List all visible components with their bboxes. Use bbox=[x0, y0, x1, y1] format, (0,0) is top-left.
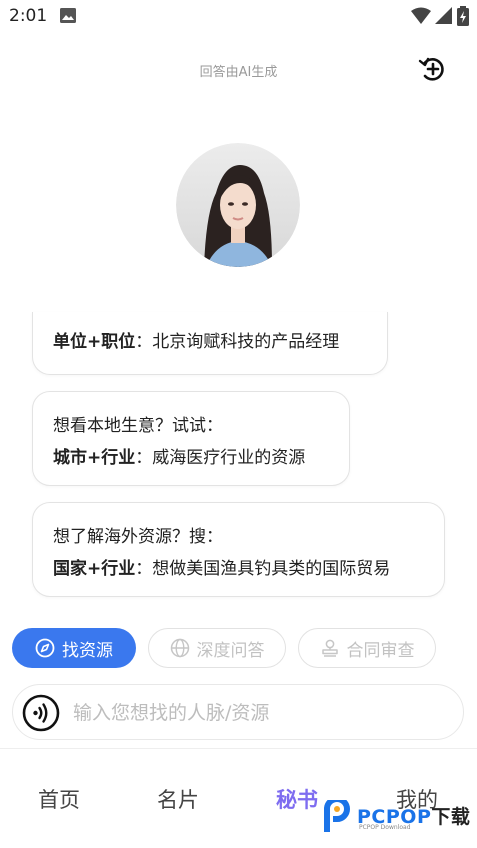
suggestion-intro: 想了解海外资源？搜： bbox=[53, 527, 223, 547]
voice-input-icon[interactable] bbox=[22, 694, 60, 732]
status-time: 2:01 bbox=[9, 6, 48, 26]
tab-card[interactable]: 名片 bbox=[157, 784, 199, 814]
ai-disclaimer: 回答由AI生成 bbox=[199, 65, 278, 80]
suggestion-keyword: 国家+行业 bbox=[53, 559, 136, 579]
battery-icon bbox=[457, 6, 469, 26]
wifi-icon bbox=[411, 7, 431, 24]
watermark-sub: PCPOP Download bbox=[359, 824, 411, 831]
status-bar: 2:01 bbox=[0, 0, 477, 34]
suggestion-keyword: 单位+职位 bbox=[53, 332, 136, 352]
suggestion-example: ：威海医疗行业的资源 bbox=[135, 448, 306, 468]
stamp-icon bbox=[321, 639, 338, 657]
mode-deep-qa-button[interactable]: 深度问答 bbox=[148, 628, 286, 668]
suggestion-card-company[interactable]: 单位+职位：北京询赋科技的产品经理 bbox=[32, 312, 388, 375]
search-input[interactable] bbox=[71, 695, 445, 731]
suggestion-card-overseas[interactable]: 想了解海外资源？搜： 国家+行业：想做美国渔具钓具类的国际贸易 bbox=[32, 502, 445, 597]
watermark-suffix: 下载 bbox=[431, 806, 471, 828]
tab-home[interactable]: 首页 bbox=[38, 784, 80, 814]
suggestion-card-local[interactable]: 想看本地生意？试试： 城市+行业：威海医疗行业的资源 bbox=[32, 391, 350, 486]
status-icons bbox=[411, 6, 469, 26]
suggestion-intro: 想看本地生意？试试： bbox=[53, 416, 223, 436]
gallery-notification-icon bbox=[60, 8, 76, 23]
suggestion-example: ：北京询赋科技的产品经理 bbox=[135, 332, 340, 352]
globe-icon bbox=[170, 638, 189, 658]
signal-icon bbox=[435, 7, 452, 24]
assistant-avatar bbox=[176, 143, 300, 267]
chat-input-bar bbox=[12, 684, 464, 740]
mode-label: 合同审查 bbox=[346, 640, 415, 661]
bottom-nav-divider bbox=[0, 748, 477, 749]
mode-label: 找资源 bbox=[62, 640, 113, 661]
pcpop-logo-icon bbox=[324, 800, 351, 832]
pcpop-watermark: PCPOP下载 PCPOP Download bbox=[323, 800, 473, 836]
tab-secretary[interactable]: 秘书 bbox=[276, 784, 318, 814]
mode-contract-review-button[interactable]: 合同审查 bbox=[298, 628, 436, 668]
mode-find-resources-button[interactable]: 找资源 bbox=[12, 628, 136, 668]
suggestion-keyword: 城市+行业 bbox=[53, 448, 136, 468]
new-chat-icon[interactable] bbox=[418, 55, 446, 83]
suggestion-example: ：想做美国渔具钓具类的国际贸易 bbox=[135, 559, 391, 579]
mode-label: 深度问答 bbox=[196, 640, 265, 661]
compass-icon bbox=[35, 638, 55, 658]
